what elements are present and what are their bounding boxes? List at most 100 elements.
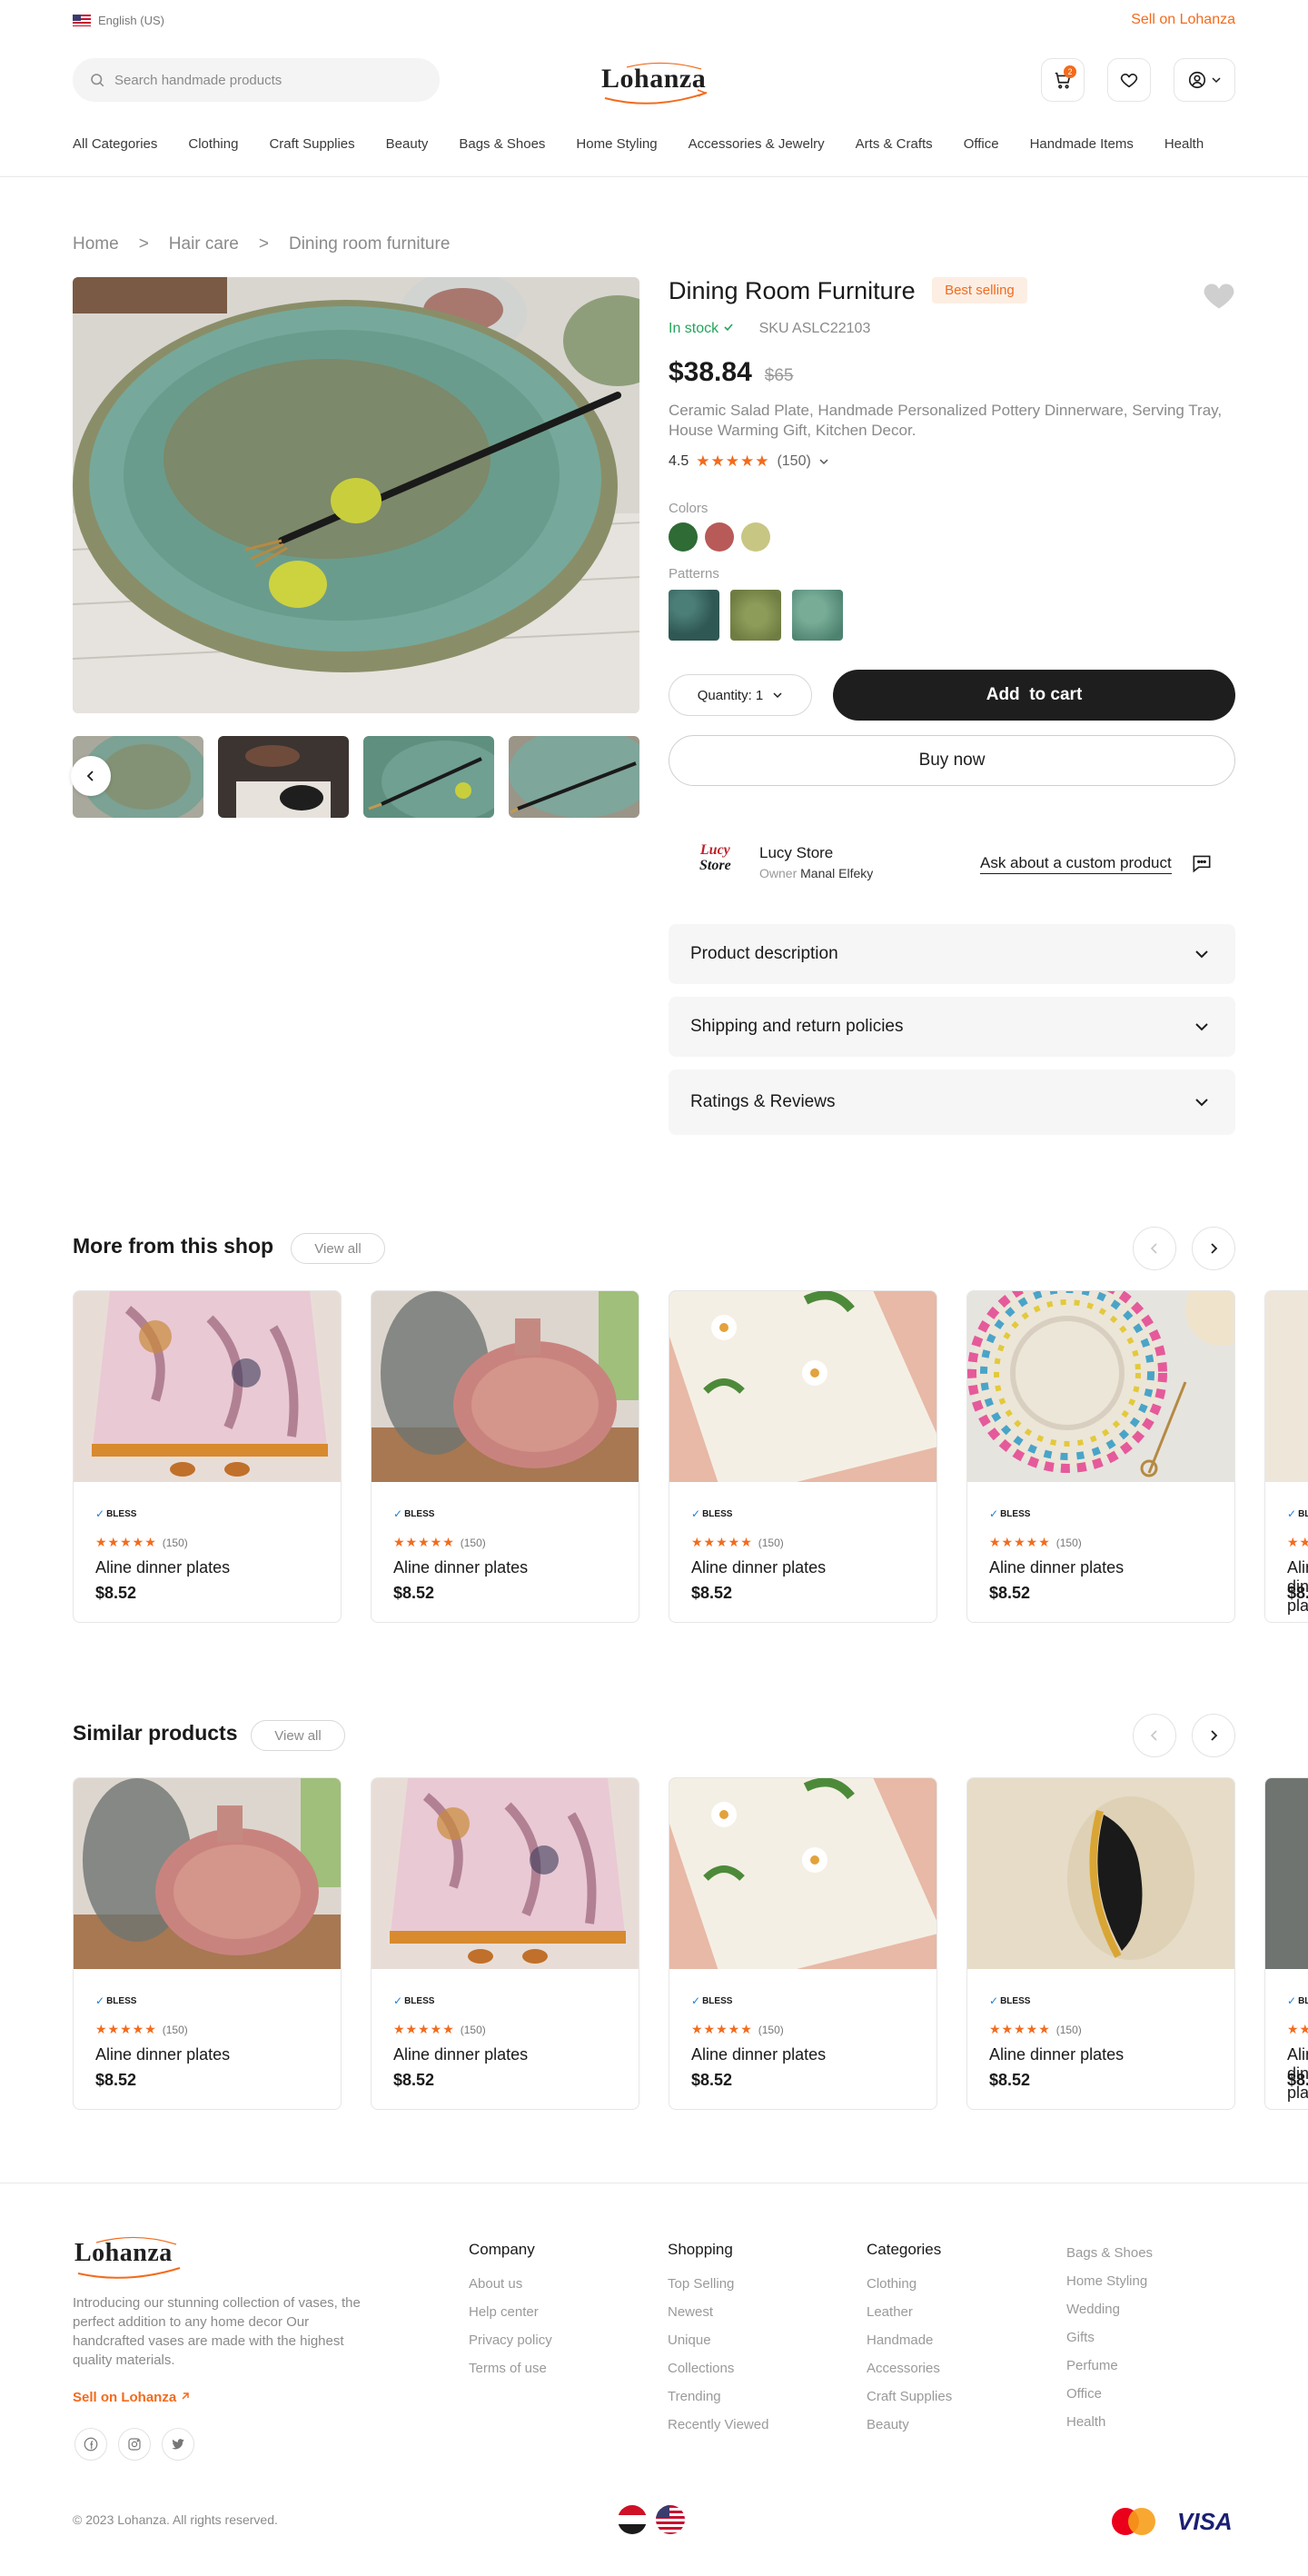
accordion-product-description[interactable]: Product description <box>669 924 1235 984</box>
more-from-shop-prev[interactable] <box>1133 1227 1176 1270</box>
accordion-ratings-reviews[interactable]: Ratings & Reviews <box>669 1069 1235 1135</box>
chevron-left-icon <box>1150 1730 1157 1741</box>
chevron-down-icon <box>773 692 782 699</box>
footer-link-bags-shoes[interactable]: Bags & Shoes <box>1066 2239 1153 2267</box>
footer-link-help-center[interactable]: Help center <box>469 2298 552 2326</box>
footer-link-clothing[interactable]: Clothing <box>867 2270 952 2298</box>
similar-product-card[interactable]: ✓BLESS★★★★★(150)Aline dinner plates$8.52 <box>669 1777 937 2110</box>
twitter-button[interactable] <box>162 2428 194 2461</box>
logo-swoosh <box>77 2236 181 2279</box>
thumbnail-3[interactable] <box>363 736 494 818</box>
more_from_shop-product-card[interactable]: ✓BLESS★★★★★(150)Aline dinner plates$8.52 <box>966 1290 1235 1623</box>
footer-link-handmade[interactable]: Handmade <box>867 2326 952 2354</box>
product-image <box>74 1778 341 1969</box>
footer-link-perfume[interactable]: Perfume <box>1066 2352 1153 2380</box>
card-rating: ★★★★★(150) <box>393 1535 486 1549</box>
pattern-swatch-1[interactable] <box>669 590 719 641</box>
nav-health[interactable]: Health <box>1164 136 1204 158</box>
footer-logo[interactable]: Lohanza <box>73 2232 185 2283</box>
footer-link-gifts[interactable]: Gifts <box>1066 2323 1153 2352</box>
store-logo[interactable]: Lucy Store <box>699 842 731 873</box>
nav-clothing[interactable]: Clothing <box>188 136 238 158</box>
footer-link-unique[interactable]: Unique <box>668 2326 768 2354</box>
color-swatch-green[interactable] <box>669 522 698 552</box>
product-main-image[interactable] <box>73 277 639 713</box>
footer-link-health[interactable]: Health <box>1066 2408 1153 2436</box>
footer-link-newest[interactable]: Newest <box>668 2298 768 2326</box>
more_from_shop-product-card[interactable]: ✓BLESS★★★★★(150)Aline dinner plates$8.52 <box>371 1290 639 1623</box>
nav-bags-shoes[interactable]: Bags & Shoes <box>459 136 545 158</box>
accordion-shipping-returns[interactable]: Shipping and return policies <box>669 997 1235 1057</box>
nav-home-styling[interactable]: Home Styling <box>576 136 657 158</box>
more_from_shop-product-card[interactable]: ✓BLESS★★★★★(150)Aline dinner plates$8.52 <box>669 1290 937 1623</box>
similar-products-prev[interactable] <box>1133 1714 1176 1757</box>
footer-link-beauty[interactable]: Beauty <box>867 2411 952 2439</box>
footer-link-home-styling[interactable]: Home Styling <box>1066 2267 1153 2295</box>
footer-link-top-selling[interactable]: Top Selling <box>668 2270 768 2298</box>
footer-link-terms-of-use[interactable]: Terms of use <box>469 2354 552 2382</box>
footer-categories: Categories Clothing Leather Handmade Acc… <box>867 2241 952 2439</box>
footer-link-craft-supplies[interactable]: Craft Supplies <box>867 2382 952 2411</box>
nav-arts-crafts[interactable]: Arts & Crafts <box>856 136 933 158</box>
similar-products-view-all[interactable]: View all <box>251 1720 345 1751</box>
color-swatch-olive[interactable] <box>741 522 770 552</box>
footer-link-office[interactable]: Office <box>1066 2380 1153 2408</box>
search-bar[interactable] <box>73 58 440 102</box>
footer-link-wedding[interactable]: Wedding <box>1066 2295 1153 2323</box>
similar-product-card[interactable]: ✓BLESS★★★★★(150)Aline dinner plates$8.52 <box>966 1777 1235 2110</box>
account-menu-button[interactable] <box>1174 58 1235 102</box>
similar-product-card[interactable]: ✓BLESS★★★★★(150)Aline dinner plates$8.52 <box>73 1777 342 2110</box>
color-swatch-red[interactable] <box>705 522 734 552</box>
more-from-shop-view-all[interactable]: View all <box>291 1233 385 1264</box>
thumbnail-4[interactable] <box>509 736 639 818</box>
nav-handmade-items[interactable]: Handmade Items <box>1030 136 1134 158</box>
cart-button[interactable]: 2 <box>1041 58 1085 102</box>
footer-sell-link[interactable]: Sell on Lohanza <box>73 2390 191 2405</box>
facebook-button[interactable] <box>74 2428 107 2461</box>
footer-link-recently-viewed[interactable]: Recently Viewed <box>668 2411 768 2439</box>
pattern-swatch-2[interactable] <box>730 590 781 641</box>
language-selector[interactable]: English (US) <box>73 14 164 27</box>
nav-all-categories[interactable]: All Categories <box>73 136 157 158</box>
more-from-shop-next[interactable] <box>1192 1227 1235 1270</box>
store-name-link[interactable]: Lucy Store <box>759 844 833 862</box>
similar-product-card[interactable]: ✓BLESS★★★★★(150)Aline dinner plates$8.52 <box>371 1777 639 2110</box>
more_from_shop-product-card[interactable]: ✓BLESS★★★★★(150)Aline dinner plates$8.52 <box>1264 1290 1308 1623</box>
brand-logo: ✓BLESS <box>989 1507 1031 1520</box>
footer-link-collections[interactable]: Collections <box>668 2354 768 2382</box>
nav-beauty[interactable]: Beauty <box>386 136 429 158</box>
thumbnail-prev-button[interactable] <box>71 756 111 796</box>
chevron-left-icon <box>86 771 94 781</box>
buy-now-button[interactable]: Buy now <box>669 735 1235 786</box>
nav-office[interactable]: Office <box>964 136 999 158</box>
add-to-cart-button[interactable]: Add to cart <box>833 670 1235 721</box>
more_from_shop-product-card[interactable]: ✓BLESS★★★★★(150)Aline dinner plates$8.52 <box>73 1290 342 1623</box>
thumbnail-2[interactable] <box>218 736 349 818</box>
footer-link-trending[interactable]: Trending <box>668 2382 768 2411</box>
breadcrumb-home[interactable]: Home <box>73 234 119 254</box>
similar-products-next[interactable] <box>1192 1714 1235 1757</box>
breadcrumb-hair-care[interactable]: Hair care <box>169 234 239 254</box>
nav-craft-supplies[interactable]: Craft Supplies <box>269 136 354 158</box>
similar-product-card[interactable]: ✓BLESS★★★★★(150)Aline dinner plates$8.52 <box>1264 1777 1308 2110</box>
search-input[interactable] <box>114 72 414 88</box>
us-flag-icon[interactable] <box>656 2505 685 2534</box>
footer-link-accessories[interactable]: Accessories <box>867 2354 952 2382</box>
rating-summary[interactable]: 4.5 ★★★★★ (150) <box>669 453 829 471</box>
wishlist-button[interactable] <box>1107 58 1151 102</box>
chat-icon[interactable] <box>1190 851 1214 875</box>
footer-link-about-us[interactable]: About us <box>469 2270 552 2298</box>
favorite-button[interactable] <box>1203 281 1235 314</box>
product-image <box>74 1291 341 1482</box>
footer-link-leather[interactable]: Leather <box>867 2298 952 2326</box>
egypt-flag-icon[interactable] <box>618 2505 647 2534</box>
pattern-swatch-3[interactable] <box>792 590 843 641</box>
footer-link-privacy-policy[interactable]: Privacy policy <box>469 2326 552 2354</box>
logo[interactable]: Lohanza <box>600 56 712 107</box>
nav-accessories-jewelry[interactable]: Accessories & Jewelry <box>689 136 825 158</box>
instagram-button[interactable] <box>118 2428 151 2461</box>
card-product-price: $8.52 <box>989 1584 1031 1602</box>
ask-custom-product-link[interactable]: Ask about a custom product <box>980 854 1172 874</box>
sell-on-lohanza-link[interactable]: Sell on Lohanza <box>1131 12 1235 28</box>
quantity-dropdown[interactable]: Quantity: 1 <box>669 674 812 716</box>
